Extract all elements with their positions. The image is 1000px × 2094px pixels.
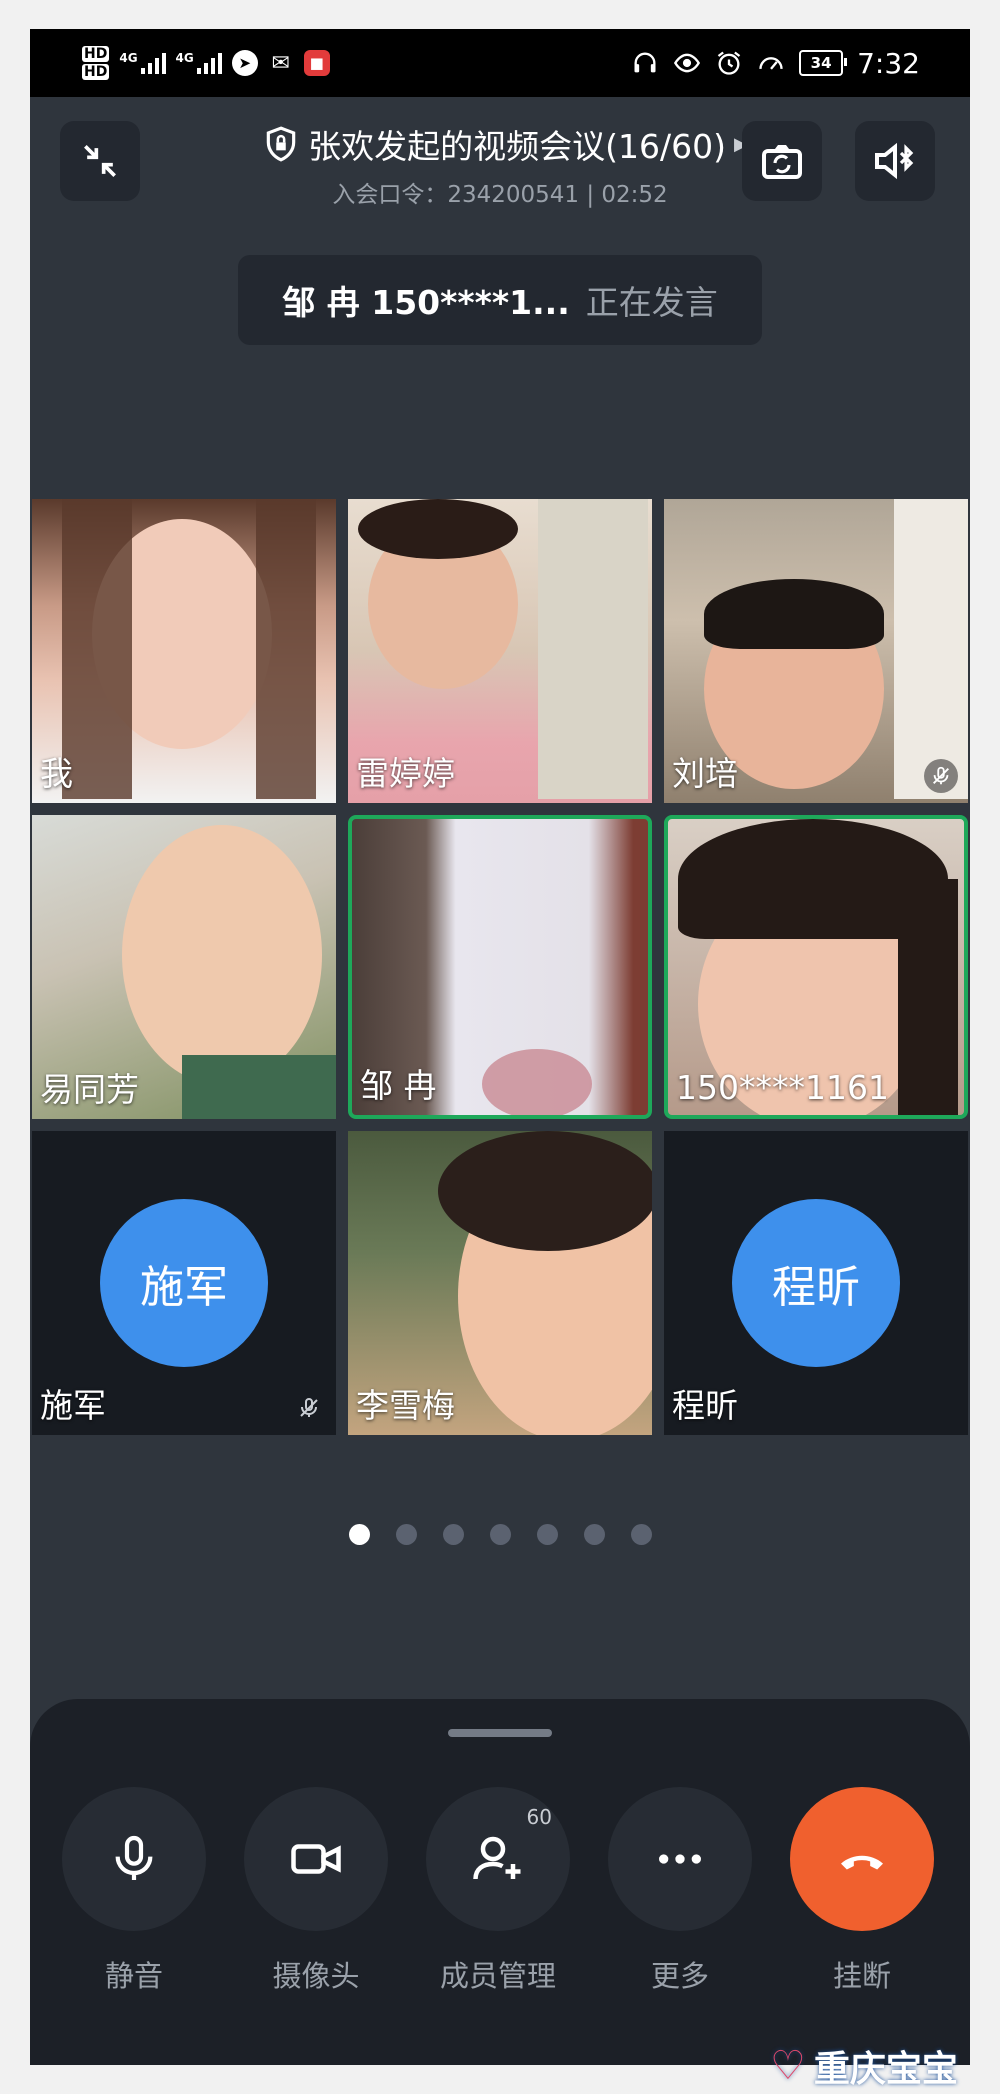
alarm-icon xyxy=(717,51,741,75)
video-tile-active-speaker[interactable]: 邹 冉 xyxy=(348,815,652,1119)
camera-button[interactable]: 摄像头 xyxy=(244,1787,388,1995)
video-tile[interactable]: 刘培 xyxy=(664,499,968,803)
members-count-badge: 60 xyxy=(526,1805,552,1829)
muted-mic-icon xyxy=(924,759,958,793)
signal-1: 4G xyxy=(119,51,166,74)
control-panel: 静音 摄像头 60 成员管理 更多 挂断 xyxy=(30,1699,970,2065)
meeting-title-bar[interactable]: 张欢发起的视频会议(16/60) ▶ xyxy=(235,119,775,169)
battery-level: 34 xyxy=(810,54,832,72)
page-dot-current[interactable] xyxy=(348,1524,370,1545)
page-dot[interactable] xyxy=(442,1524,464,1545)
members-button[interactable]: 60 成员管理 xyxy=(426,1787,570,1995)
avatar-tile[interactable]: 施军 施军 xyxy=(32,1131,336,1435)
microphone-icon xyxy=(115,1835,153,1880)
network-type-2: 4G xyxy=(175,51,194,65)
page-dot[interactable] xyxy=(630,1524,652,1545)
more-label: 更多 xyxy=(650,1959,709,1993)
meeting-code-and-timer: 入会口令：234200541 | 02:52 xyxy=(332,182,668,208)
meeting-title: 张欢发起的视频会议(16/60) xyxy=(308,127,726,166)
more-button[interactable]: 更多 xyxy=(608,1787,752,1995)
page-dot[interactable] xyxy=(489,1524,511,1545)
speaker-name: 邹 冉 150****1... xyxy=(282,283,570,322)
add-member-icon xyxy=(473,1836,521,1880)
participant-name: 施军 xyxy=(40,1386,106,1425)
network-type-1: 4G xyxy=(119,51,138,65)
signal-bars-2-icon xyxy=(196,52,222,74)
drag-handle[interactable] xyxy=(448,1729,552,1737)
mute-button[interactable]: 静音 xyxy=(62,1787,206,1995)
wechat-icon: ✉ xyxy=(271,50,290,76)
page-dot[interactable] xyxy=(536,1524,558,1545)
meeting-screen: HD HD 4G 4G ➤ ✉ ■ 34 7:32 张欢发起的视频会议(16/6… xyxy=(30,29,970,2065)
hd1-label: HD xyxy=(82,46,110,62)
speaking-indicator: 邹 冉 150****1... 正在发言 xyxy=(238,255,762,345)
hd2-label: HD xyxy=(82,64,110,80)
participant-name: 刘培 xyxy=(672,754,738,793)
heart-logo-icon: ♡ xyxy=(770,2043,806,2089)
mute-label: 静音 xyxy=(104,1959,163,1993)
signal-2: 4G xyxy=(176,52,222,74)
status-bar: HD HD 4G 4G ➤ ✉ ■ 34 7:32 xyxy=(30,29,970,97)
participant-name: 李雪梅 xyxy=(356,1386,455,1425)
avatar: 程昕 xyxy=(732,1199,900,1367)
hangup-button[interactable]: 挂断 xyxy=(790,1787,934,1995)
video-tile-active-speaker[interactable]: 150****1161 xyxy=(664,815,968,1119)
hd-indicator: HD HD xyxy=(82,45,110,81)
video-tile[interactable]: 易同芳 xyxy=(32,815,336,1119)
avatar-tile[interactable]: 程昕 程昕 xyxy=(664,1131,968,1435)
hangup-label: 挂断 xyxy=(832,1959,891,1993)
participant-name: 易同芳 xyxy=(40,1070,139,1109)
bluetooth-speaker-icon xyxy=(875,142,914,180)
camera-label: 摄像头 xyxy=(272,1959,360,1993)
watermark-text: 重庆宝宝 xyxy=(813,2049,958,2090)
page-dot[interactable] xyxy=(583,1524,605,1545)
muted-mic-icon xyxy=(292,1391,326,1425)
headset-icon xyxy=(634,52,656,73)
video-app-icon: ■ xyxy=(303,50,330,76)
collapse-icon xyxy=(84,145,116,177)
watermark-logo: ♡ 重庆宝宝 xyxy=(770,2040,958,2092)
video-tile[interactable]: 雷婷婷 xyxy=(348,499,652,803)
secure-shield-icon xyxy=(266,126,296,162)
page-indicator[interactable] xyxy=(30,1524,970,1545)
video-camera-icon xyxy=(291,1844,341,1874)
participant-name: 我 xyxy=(40,754,73,793)
avatar: 施军 xyxy=(100,1199,268,1367)
battery-icon: 34 xyxy=(799,50,848,76)
participant-name: 雷婷婷 xyxy=(356,754,455,793)
clock: 7:32 xyxy=(857,46,920,80)
video-tile[interactable]: 李雪梅 xyxy=(348,1131,652,1435)
navigation-app-icon: ➤ xyxy=(231,50,258,76)
participant-name: 程昕 xyxy=(672,1386,738,1425)
hangup-phone-icon xyxy=(841,1855,883,1870)
video-tile[interactable]: 我 xyxy=(32,499,336,803)
switch-camera-button[interactable] xyxy=(742,121,822,201)
participant-name: 邹 冉 xyxy=(360,1066,437,1105)
speaking-status: 正在发言 xyxy=(585,283,718,322)
members-label: 成员管理 xyxy=(439,1959,556,1993)
signal-bars-1-icon xyxy=(140,52,166,74)
participant-name: 150****1161 xyxy=(676,1068,889,1107)
speedometer-icon xyxy=(759,57,783,70)
eye-icon xyxy=(674,53,701,73)
more-dots-icon xyxy=(659,1854,701,1864)
audio-output-button[interactable] xyxy=(855,121,935,201)
switch-camera-icon xyxy=(762,145,802,179)
page-dot[interactable] xyxy=(395,1524,417,1545)
minimize-button[interactable] xyxy=(60,121,140,201)
